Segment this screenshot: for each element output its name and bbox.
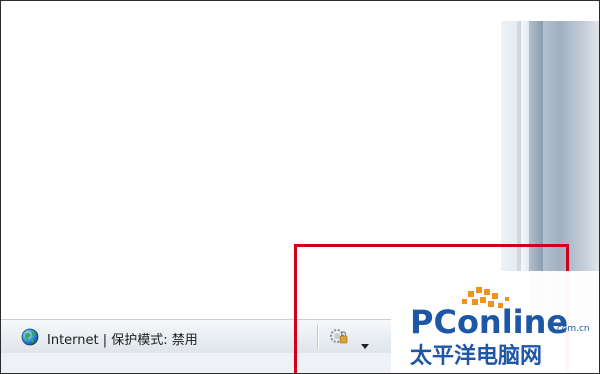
screenshot-frame: Internet | 保护模式: 禁用 PConline .com.cn 太平洋… — [0, 0, 600, 374]
security-zone-text[interactable]: Internet | 保护模式: 禁用 — [47, 329, 198, 348]
globe-icon — [21, 328, 39, 346]
pconline-watermark: PConline .com.cn 太平洋电脑网 — [396, 271, 599, 373]
svg-text:太平洋电脑网: 太平洋电脑网 — [410, 343, 542, 365]
pconline-logo: PConline .com.cn 太平洋电脑网 — [410, 287, 590, 365]
svg-text:PConline: PConline — [410, 303, 568, 341]
svg-text:.com.cn: .com.cn — [554, 324, 590, 334]
